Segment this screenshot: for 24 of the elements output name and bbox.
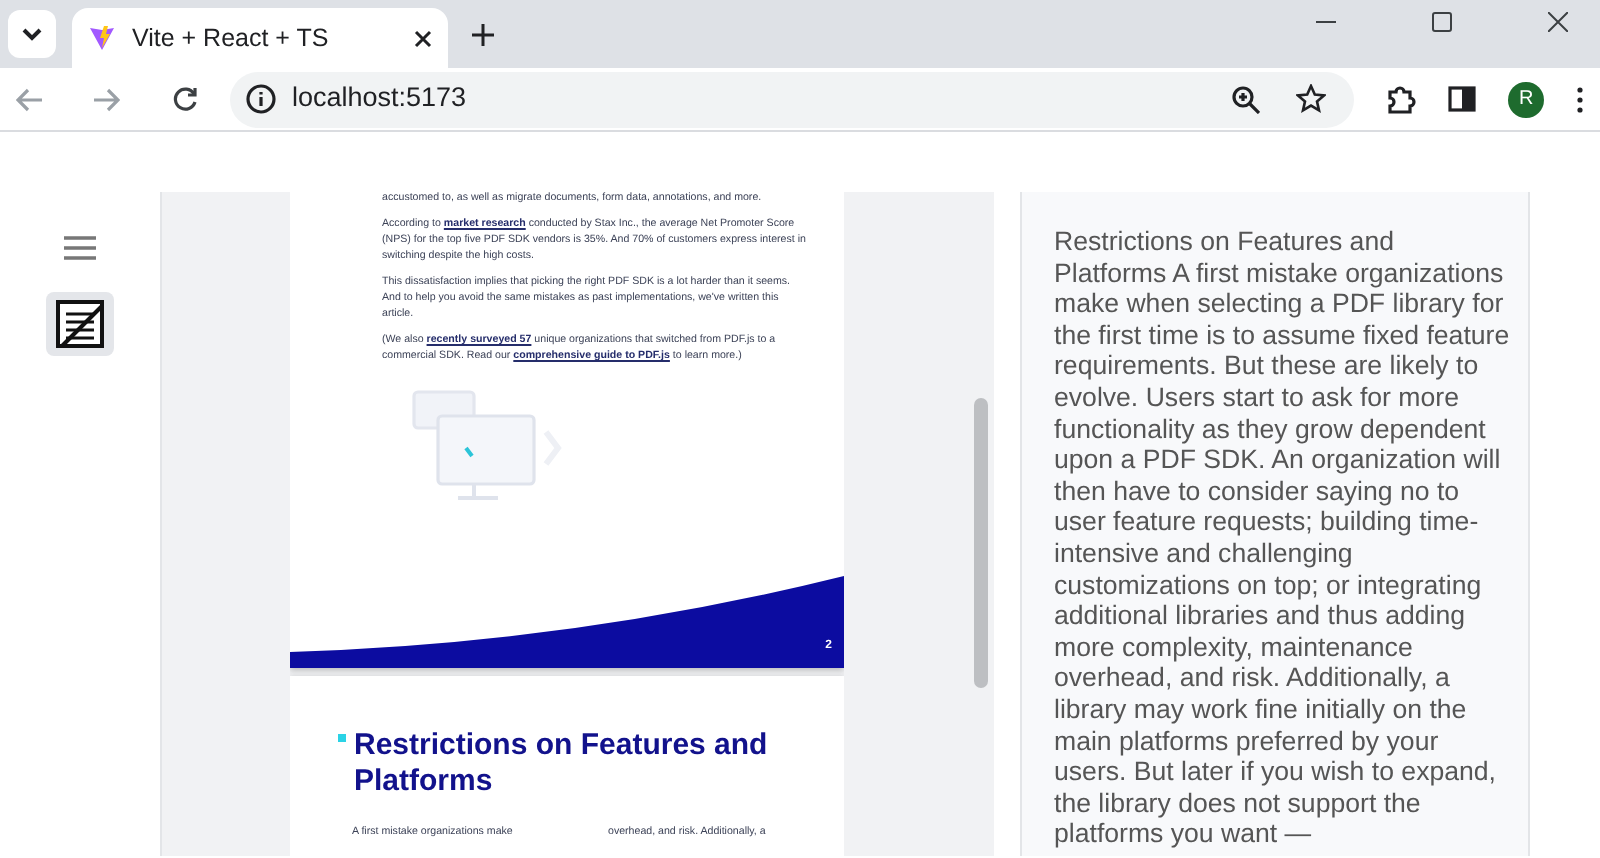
page-heading: Restrictions on Features and Platforms xyxy=(354,728,770,800)
puzzle-icon[interactable] xyxy=(1386,84,1417,114)
bullet-icon xyxy=(338,734,346,742)
tab-search-icon[interactable] xyxy=(20,26,44,42)
reload-icon[interactable] xyxy=(172,86,198,112)
back-arrow-icon[interactable] xyxy=(16,87,42,111)
close-icon[interactable] xyxy=(414,29,432,47)
menu-icon[interactable] xyxy=(64,236,96,260)
new-tab-icon[interactable] xyxy=(472,24,494,46)
forward-arrow-icon[interactable] xyxy=(94,87,120,111)
logo-icon xyxy=(88,24,116,52)
address-bar[interactable]: localhost:5173 xyxy=(230,71,1355,127)
close-icon[interactable] xyxy=(1548,12,1568,32)
extracted-text: Restrictions on Features and Platforms A first mistake organizations make when selecting a PDF library for the first time is to assume fixed feature requirements. But these are likely to evolve. Users start to ask for more functionality as they grow dependent upon a PDF SDK. An organization will then have to consider saying no to user feature requests; building time-intensive and challenging customizations on top; or integrating additional libraries and thus adding more complexity, maintenance overhead, and risk. Additionally, a library may work fine initially on the main platforms preferred by your users. But later if you wish to expand, the library does not support the platforms you want — xyxy=(1052,224,1512,850)
sidebar-icon[interactable] xyxy=(1448,86,1477,112)
info-icon xyxy=(246,84,276,114)
scrollbar-thumb[interactable] xyxy=(974,398,988,688)
star-icon[interactable] xyxy=(1296,84,1327,114)
avatar-button[interactable]: R xyxy=(1508,81,1544,117)
maximize-icon[interactable] xyxy=(1432,12,1452,32)
kebab-menu-icon[interactable] xyxy=(1576,85,1584,113)
zoom-icon[interactable] xyxy=(1232,85,1261,113)
url-text: localhost:5173 xyxy=(292,80,469,117)
notes-edit-icon[interactable] xyxy=(54,298,106,350)
